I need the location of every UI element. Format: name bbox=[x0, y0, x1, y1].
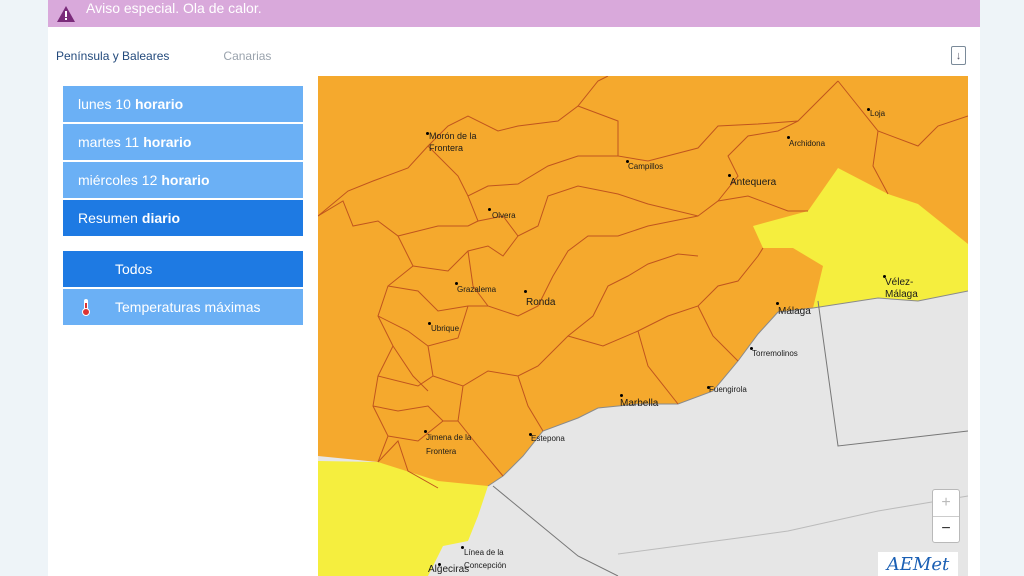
day-item-resumen[interactable]: Resumen diario bbox=[63, 200, 303, 236]
day-item-label: lunes 10 bbox=[78, 96, 131, 112]
town-fuengirola: Fuengirola bbox=[709, 385, 747, 394]
filter-label: Temperaturas máximas bbox=[115, 299, 261, 315]
day-item-lunes[interactable]: lunes 10 horario bbox=[63, 86, 303, 122]
tab-peninsula[interactable]: Península y Baleares bbox=[56, 49, 169, 63]
town-algeciras: Algeciras bbox=[428, 564, 470, 575]
town-estepona: Estepona bbox=[531, 434, 565, 443]
town-moron: Morón de la Frontera bbox=[429, 131, 477, 153]
day-item-suffix: diario bbox=[141, 210, 181, 226]
day-item-suffix: horario bbox=[134, 96, 184, 112]
town-dot bbox=[524, 290, 527, 293]
town-malaga: Málaga bbox=[778, 306, 811, 317]
town-loja: Loja bbox=[870, 109, 886, 118]
filter-menu: Todos Temperaturas máximas bbox=[63, 251, 303, 327]
town-torremolinos: Torremolinos bbox=[752, 349, 798, 358]
alert-text: Aviso especial. Ola de calor. bbox=[86, 0, 262, 16]
zoom-control: + − bbox=[932, 489, 960, 543]
thermometer-icon bbox=[80, 298, 92, 316]
day-item-label: Resumen bbox=[78, 210, 138, 226]
filter-label: Todos bbox=[115, 261, 153, 277]
town-ubrique: Ubrique bbox=[431, 324, 460, 333]
filter-todos[interactable]: Todos bbox=[63, 251, 303, 287]
town-dot bbox=[488, 208, 491, 211]
day-menu: lunes 10 horario martes 11 horario miércol… bbox=[63, 86, 303, 238]
region-tabs: Península y Baleares Canarias bbox=[56, 49, 271, 63]
town-campillos: Campillos bbox=[628, 162, 664, 171]
town-dot bbox=[620, 394, 623, 397]
day-item-label: miércoles 12 bbox=[78, 172, 158, 188]
town-archidona: Archidona bbox=[789, 139, 826, 148]
day-item-martes[interactable]: martes 11 horario bbox=[63, 124, 303, 160]
aemet-logo: AEMet bbox=[878, 552, 958, 576]
town-velez-malaga: Vélez-Málaga bbox=[885, 277, 918, 300]
town-olvera: Olvera bbox=[492, 211, 516, 220]
warning-icon bbox=[56, 4, 76, 24]
day-item-suffix: horario bbox=[161, 172, 210, 188]
town-ronda: Ronda bbox=[526, 297, 556, 308]
zoom-out-button[interactable]: − bbox=[933, 515, 959, 543]
tab-canarias[interactable]: Canarias bbox=[223, 49, 271, 63]
map-canvas bbox=[318, 76, 968, 576]
download-icon: ↓ bbox=[955, 49, 962, 62]
town-grazalema: Grazalema bbox=[457, 285, 497, 294]
page: Aviso especial. Ola de calor. Península … bbox=[48, 0, 980, 576]
day-item-label: martes 11 bbox=[78, 134, 140, 150]
warning-map[interactable]: Morón de la Frontera Olvera Campillos An… bbox=[318, 76, 968, 576]
download-button[interactable]: ↓ bbox=[951, 46, 966, 65]
town-marbella: Marbella bbox=[620, 398, 659, 409]
alert-banner[interactable]: Aviso especial. Ola de calor. bbox=[48, 0, 980, 27]
day-item-suffix: horario bbox=[143, 134, 192, 150]
zoom-in-button[interactable]: + bbox=[933, 490, 959, 516]
filter-temperaturas-maximas[interactable]: Temperaturas máximas bbox=[63, 289, 303, 325]
day-item-miercoles[interactable]: miércoles 12 horario bbox=[63, 162, 303, 198]
town-linea: Línea de la Concepción bbox=[464, 548, 507, 570]
town-dot bbox=[776, 302, 779, 305]
town-antequera: Antequera bbox=[730, 177, 777, 188]
town-jimena: Jimena de la Frontera bbox=[426, 433, 472, 456]
